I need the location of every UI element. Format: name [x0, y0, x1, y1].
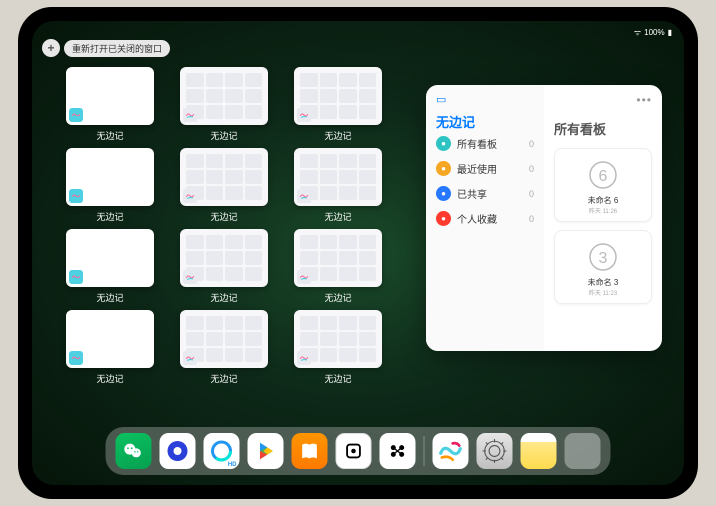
list-item-count: 0 — [529, 189, 534, 199]
window-thumbnail[interactable]: 无边记 — [180, 148, 268, 223]
sidebar-list-item[interactable]: ● 个人收藏 0 — [436, 206, 534, 231]
freeform-panel[interactable]: ▭ 无边记 ● 所有看板 0 ● 最近使用 0 ● 已共享 0 ● 个人收藏 0 ••• 所有看板 6… — [426, 85, 662, 351]
thumbnail-label: 无边记 — [210, 372, 237, 385]
thumbnail-label: 无边记 — [324, 372, 351, 385]
list-item-label: 最近使用 — [457, 161, 523, 176]
window-thumbnail[interactable]: 无边记 — [66, 310, 154, 385]
dock-freeform[interactable] — [433, 433, 469, 469]
dock-qqbrowser[interactable]: HD — [204, 433, 240, 469]
thumbnail-label: 无边记 — [210, 291, 237, 304]
window-thumbnail[interactable]: 无边记 — [294, 229, 382, 304]
board-card[interactable]: 6 未命名 6昨天 11:26 — [554, 148, 652, 222]
window-thumbnail[interactable]: 无边记 — [66, 67, 154, 142]
reopen-window-pill[interactable]: 重新打开已关闭的窗口 — [64, 40, 170, 57]
freeform-app-icon — [69, 351, 83, 365]
list-item-count: 0 — [529, 164, 534, 174]
freeform-app-icon — [297, 351, 311, 365]
list-item-icon: ● — [436, 211, 451, 226]
thumbnail-label: 无边记 — [324, 129, 351, 142]
thumbnail-label: 无边记 — [210, 129, 237, 142]
thumbnail-label: 无边记 — [96, 372, 123, 385]
dock: HD — [106, 427, 611, 475]
dock-dice[interactable] — [336, 433, 372, 469]
dock-settings[interactable] — [477, 433, 513, 469]
top-pill-bar: + 重新打开已关闭的窗口 — [42, 39, 170, 57]
dock-notes[interactable] — [521, 433, 557, 469]
freeform-app-icon — [297, 270, 311, 284]
window-thumbnails-grid: 无边记无边记无边记无边记无边记无边记无边记无边记无边记无边记无边记无边记 — [66, 67, 406, 385]
dock-quark[interactable] — [160, 433, 196, 469]
sidebar-list-item[interactable]: ● 所有看板 0 — [436, 131, 534, 156]
freeform-app-icon — [69, 108, 83, 122]
freeform-app-icon — [69, 270, 83, 284]
window-thumbnail[interactable]: 无边记 — [180, 310, 268, 385]
freeform-app-icon — [297, 189, 311, 203]
panel-right-title: 所有看板 — [554, 119, 652, 138]
board-name: 未命名 6 — [588, 195, 619, 206]
board-date: 昨天 11:23 — [589, 288, 617, 297]
dock-wechat[interactable] — [116, 433, 152, 469]
sidebar-icon[interactable]: ▭ — [436, 93, 446, 106]
sidebar-list-item[interactable]: ● 已共享 0 — [436, 181, 534, 206]
board-date: 昨天 11:26 — [589, 206, 617, 215]
dock-apps-folder[interactable] — [565, 433, 601, 469]
board-card[interactable]: 3 未命名 3昨天 11:23 — [554, 230, 652, 304]
add-button[interactable]: + — [42, 39, 60, 57]
list-item-count: 0 — [529, 214, 534, 224]
status-bar: ᯤ 100% ▮ — [32, 25, 684, 39]
thumbnail-label: 无边记 — [96, 210, 123, 223]
list-item-label: 已共享 — [457, 186, 523, 201]
dock-tiktok[interactable] — [380, 433, 416, 469]
panel-left-title: 无边记 — [436, 112, 534, 131]
board-preview: 3 — [578, 237, 628, 277]
board-name: 未命名 3 — [588, 277, 619, 288]
svg-text:6: 6 — [599, 168, 608, 185]
freeform-app-icon — [183, 270, 197, 284]
freeform-app-icon — [183, 351, 197, 365]
dock-separator — [424, 436, 425, 466]
board-preview: 6 — [578, 155, 628, 195]
window-thumbnail[interactable]: 无边记 — [180, 229, 268, 304]
window-thumbnail[interactable]: 无边记 — [66, 148, 154, 223]
panel-sidebar: ▭ 无边记 ● 所有看板 0 ● 最近使用 0 ● 已共享 0 ● 个人收藏 0 — [426, 85, 544, 351]
thumbnail-label: 无边记 — [96, 129, 123, 142]
more-icon[interactable]: ••• — [636, 93, 652, 107]
dock-play[interactable] — [248, 433, 284, 469]
window-thumbnail[interactable]: 无边记 — [294, 67, 382, 142]
freeform-app-icon — [183, 189, 197, 203]
list-item-icon: ● — [436, 186, 451, 201]
panel-main: ••• 所有看板 6 未命名 6昨天 11:26 3 未命名 3昨天 11:23 — [544, 85, 662, 351]
list-item-label: 个人收藏 — [457, 211, 523, 226]
list-item-icon: ● — [436, 136, 451, 151]
thumbnail-label: 无边记 — [324, 210, 351, 223]
sidebar-list-item[interactable]: ● 最近使用 0 — [436, 156, 534, 181]
window-thumbnail[interactable]: 无边记 — [180, 67, 268, 142]
list-item-label: 所有看板 — [457, 136, 523, 151]
thumbnail-label: 无边记 — [96, 291, 123, 304]
list-item-icon: ● — [436, 161, 451, 176]
battery-icon: ▮ — [668, 28, 672, 37]
ipad-frame: ᯤ 100% ▮ + 重新打开已关闭的窗口 无边记无边记无边记无边记无边记无边记… — [18, 7, 698, 499]
thumbnail-label: 无边记 — [324, 291, 351, 304]
freeform-app-icon — [297, 108, 311, 122]
svg-text:3: 3 — [599, 250, 608, 267]
screen: ᯤ 100% ▮ + 重新打开已关闭的窗口 无边记无边记无边记无边记无边记无边记… — [32, 21, 684, 485]
freeform-app-icon — [69, 189, 83, 203]
window-thumbnail[interactable]: 无边记 — [66, 229, 154, 304]
thumbnail-label: 无边记 — [210, 210, 237, 223]
dock-books[interactable] — [292, 433, 328, 469]
wifi-icon: ᯤ — [634, 27, 641, 38]
list-item-count: 0 — [529, 139, 534, 149]
window-thumbnail[interactable]: 无边记 — [294, 310, 382, 385]
freeform-app-icon — [183, 108, 197, 122]
window-thumbnail[interactable]: 无边记 — [294, 148, 382, 223]
battery-text: 100% — [644, 28, 664, 37]
